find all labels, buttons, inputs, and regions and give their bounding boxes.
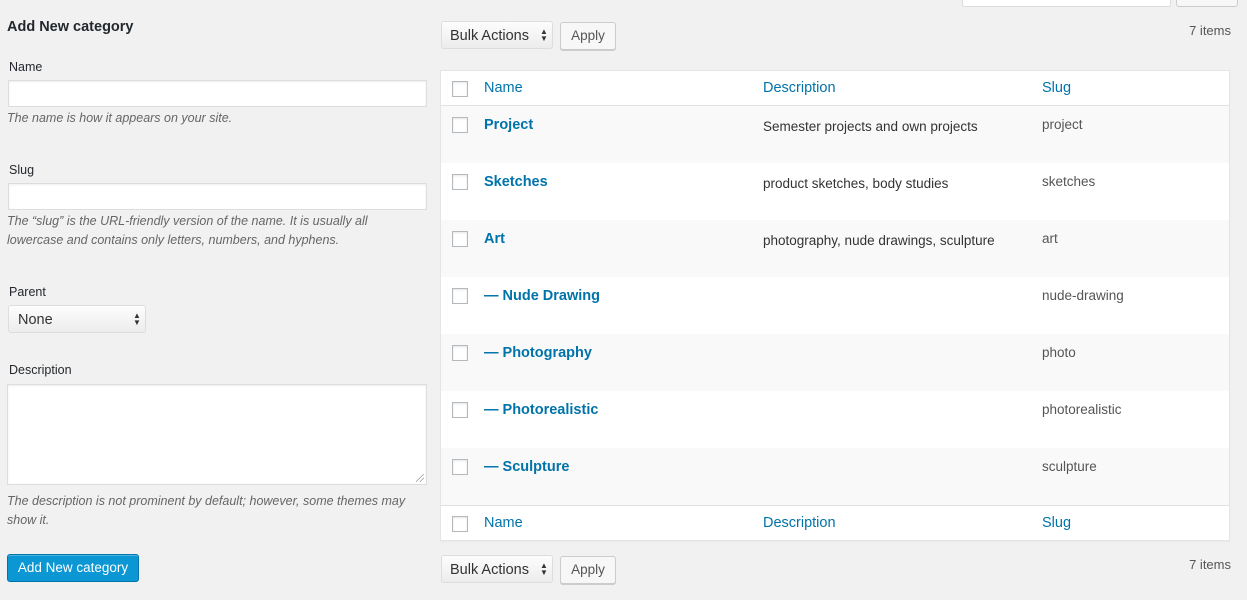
parent-label: Parent: [9, 285, 46, 299]
category-slug: nude-drawing: [1042, 288, 1124, 303]
row-checkbox[interactable]: [452, 174, 468, 190]
column-slug-footer[interactable]: Slug: [1042, 515, 1071, 531]
parent-select[interactable]: None ▲ ▼: [8, 305, 146, 333]
add-category-button[interactable]: Add New category: [7, 554, 139, 582]
items-count-bottom: 7 items: [1189, 557, 1231, 572]
column-slug-header[interactable]: Slug: [1042, 80, 1071, 96]
table-header: Name Description Slug: [441, 71, 1229, 106]
category-description: photography, nude drawings, sculpture: [763, 233, 995, 248]
column-description-header[interactable]: Description: [763, 80, 836, 96]
category-name-link[interactable]: — Nude Drawing: [484, 288, 600, 304]
table-row: Art photography, nude drawings, sculptur…: [441, 220, 1229, 277]
table-row: — Photography photo: [441, 334, 1229, 391]
description-hint: The description is not prominent by defa…: [7, 494, 406, 527]
category-slug: photorealistic: [1042, 402, 1122, 417]
category-slug: art: [1042, 231, 1058, 246]
form-title: Add New category: [7, 19, 134, 35]
slug-label: Slug: [9, 163, 35, 177]
name-hint: The name is how it appears on your site.: [7, 111, 233, 125]
table-row: — Nude Drawing nude-drawing: [441, 277, 1229, 334]
bulk-actions-label: Bulk Actions: [450, 28, 529, 44]
name-label: Name: [9, 60, 43, 74]
search-button[interactable]: [1176, 0, 1238, 7]
apply-button-bottom[interactable]: Apply: [560, 556, 616, 584]
select-all-checkbox[interactable]: [452, 516, 468, 532]
category-name-link[interactable]: Project: [484, 117, 533, 133]
table-footer: Name Description Slug: [441, 505, 1229, 540]
apply-button-top[interactable]: Apply: [560, 22, 616, 50]
table-row: — Photorealistic photorealistic: [441, 391, 1229, 448]
table-row: — Sculpture sculpture: [441, 448, 1229, 505]
column-name-header[interactable]: Name: [484, 80, 523, 96]
bulk-actions-label: Bulk Actions: [450, 562, 529, 578]
row-checkbox[interactable]: [452, 231, 468, 247]
row-checkbox[interactable]: [452, 288, 468, 304]
row-checkbox[interactable]: [452, 345, 468, 361]
slug-field[interactable]: [8, 183, 427, 210]
bulk-actions-select-bottom[interactable]: Bulk Actions ▲ ▼: [441, 555, 553, 583]
category-name-link[interactable]: — Sculpture: [484, 459, 569, 475]
category-slug: photo: [1042, 345, 1076, 360]
category-description: Semester projects and own projects: [763, 119, 978, 134]
column-name-footer[interactable]: Name: [484, 515, 523, 531]
column-description-footer[interactable]: Description: [763, 515, 836, 531]
parent-select-value: None: [18, 312, 53, 328]
category-slug: project: [1042, 117, 1083, 132]
category-name-link[interactable]: — Photorealistic: [484, 402, 598, 418]
table-row: Sketches product sketches, body studies …: [441, 163, 1229, 220]
table-row: Project Semester projects and own projec…: [441, 106, 1229, 163]
description-textarea[interactable]: [7, 384, 427, 485]
category-name-link[interactable]: Art: [484, 231, 505, 247]
categories-table: Name Description Slug Project Semester p…: [440, 70, 1230, 541]
category-slug: sketches: [1042, 174, 1096, 189]
description-label: Description: [9, 363, 72, 377]
category-name-link[interactable]: — Photography: [484, 345, 592, 361]
name-field[interactable]: [8, 80, 427, 107]
bulk-actions-select-top[interactable]: Bulk Actions ▲ ▼: [441, 21, 553, 49]
select-arrows-icon: ▲ ▼: [540, 561, 548, 577]
row-checkbox[interactable]: [452, 117, 468, 133]
category-description: product sketches, body studies: [763, 176, 949, 191]
select-all-checkbox[interactable]: [452, 81, 468, 97]
resize-grip-icon[interactable]: [416, 474, 424, 482]
items-count-top: 7 items: [1189, 23, 1231, 38]
select-arrows-icon: ▲ ▼: [540, 27, 548, 43]
row-checkbox[interactable]: [452, 402, 468, 418]
search-input[interactable]: [962, 0, 1171, 7]
category-slug: sculpture: [1042, 459, 1097, 474]
category-name-link[interactable]: Sketches: [484, 174, 548, 190]
select-arrows-icon: ▲ ▼: [133, 311, 141, 327]
slug-hint: The “slug” is the URL-friendly version o…: [7, 214, 368, 247]
row-checkbox[interactable]: [452, 459, 468, 475]
